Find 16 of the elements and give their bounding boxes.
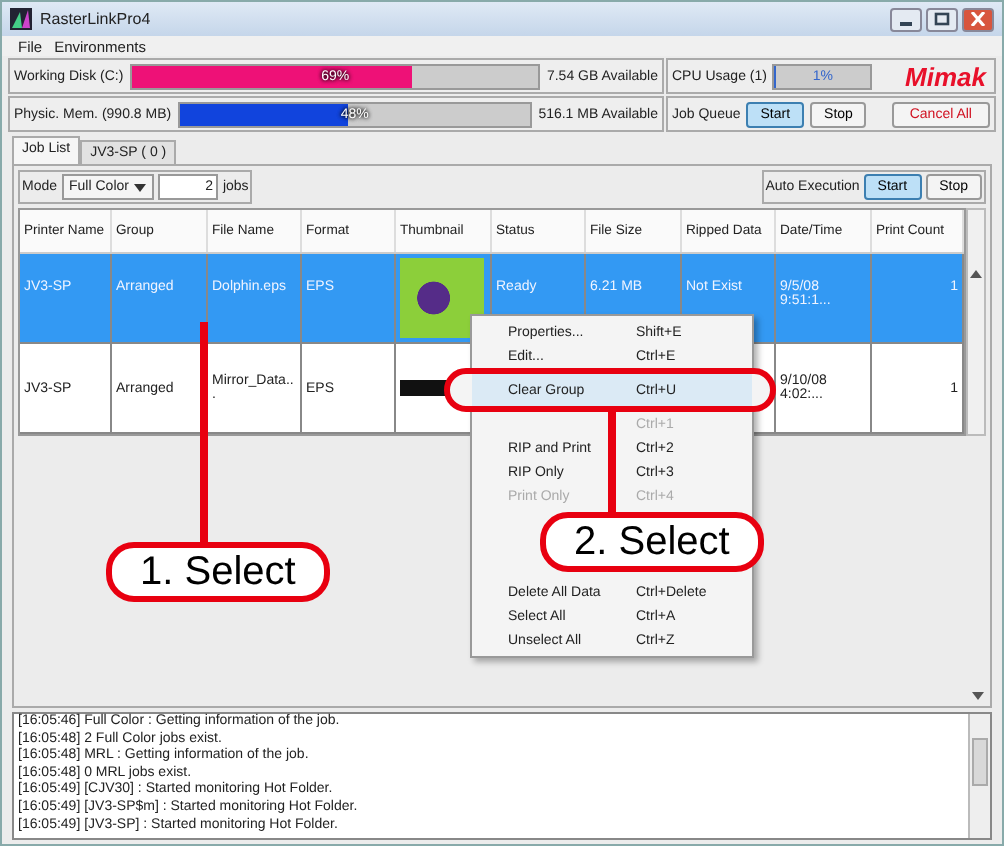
callout: 2. Select xyxy=(540,512,764,572)
close-button[interactable] xyxy=(962,7,994,31)
caret-icon xyxy=(134,183,147,191)
minimize-button[interactable] xyxy=(890,7,922,31)
thumbnail-image xyxy=(400,258,484,338)
logo: Mimak xyxy=(905,61,989,91)
callout: 1. Select xyxy=(106,542,330,602)
scroll-up-icon[interactable] xyxy=(970,270,982,278)
maximize-button[interactable] xyxy=(926,7,958,31)
maximize-icon xyxy=(934,12,950,26)
scrollbar[interactable] xyxy=(968,714,990,838)
app-icon xyxy=(10,8,32,30)
scrollbar[interactable] xyxy=(966,208,986,436)
window-title: RasterLinkPro4 xyxy=(40,10,151,28)
close-icon xyxy=(970,12,986,26)
scroll-down-icon[interactable] xyxy=(972,692,984,700)
